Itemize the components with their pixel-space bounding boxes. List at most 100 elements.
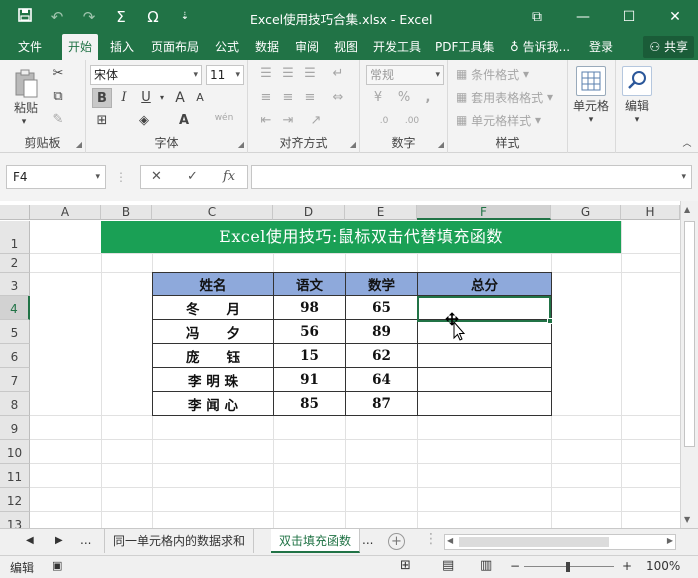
row-header-2[interactable]: 2 bbox=[0, 254, 30, 273]
column-header-d[interactable]: D bbox=[273, 205, 345, 220]
zoom-slider-thumb[interactable] bbox=[566, 562, 570, 572]
tab-view[interactable]: 视图 bbox=[334, 34, 358, 60]
align-bottom-icon[interactable]: ☰ bbox=[300, 64, 320, 84]
add-sheet-button[interactable]: + bbox=[388, 533, 405, 550]
cell-name[interactable]: 李 闻 心 bbox=[152, 391, 274, 416]
close-button[interactable]: ✕ bbox=[652, 0, 698, 34]
fill-color-icon[interactable]: ◈ bbox=[134, 111, 154, 131]
chevron-down-icon[interactable]: ▾ bbox=[616, 114, 658, 126]
alignment-launcher-icon[interactable]: ◢ bbox=[350, 140, 356, 149]
formula-bar-splitter[interactable]: ⋮ bbox=[115, 167, 127, 187]
format-as-table-button[interactable]: ▦ 套用表格格式 ▾ bbox=[456, 87, 553, 107]
vertical-scroll-thumb[interactable] bbox=[684, 221, 695, 447]
ribbon-display-icon[interactable]: ⧉ bbox=[514, 0, 560, 34]
tab-home[interactable]: 开始 bbox=[62, 34, 99, 60]
customize-qat-icon[interactable]: ⇣ bbox=[174, 6, 196, 28]
select-all-corner[interactable] bbox=[0, 205, 30, 220]
cell-total[interactable] bbox=[417, 319, 552, 344]
zoom-in-button[interactable]: + bbox=[622, 559, 632, 573]
merge-center-icon[interactable]: ⇔ bbox=[328, 88, 348, 108]
row-header-9[interactable]: 9 bbox=[0, 416, 30, 440]
conditional-format-button[interactable]: ▦ 条件格式 ▾ bbox=[456, 64, 529, 84]
scroll-left-icon[interactable]: ◀ bbox=[447, 536, 453, 545]
cells-icon[interactable] bbox=[576, 66, 606, 96]
cell-total[interactable] bbox=[417, 343, 552, 368]
row-header-12[interactable]: 12 bbox=[0, 488, 30, 512]
save-icon[interactable] bbox=[14, 6, 36, 28]
fill-handle[interactable] bbox=[547, 318, 553, 324]
expand-formula-icon[interactable]: ▾ bbox=[681, 166, 686, 188]
header-total[interactable]: 总分 bbox=[417, 272, 552, 296]
column-header-f[interactable]: F bbox=[417, 205, 551, 220]
copy-icon[interactable]: ⧉ bbox=[48, 87, 68, 107]
clipboard-launcher-icon[interactable]: ◢ bbox=[76, 140, 82, 149]
column-header-g[interactable]: G bbox=[551, 205, 621, 220]
zoom-out-button[interactable]: − bbox=[510, 559, 520, 573]
column-header-a[interactable]: A bbox=[30, 205, 101, 220]
tab-file[interactable]: 文件 bbox=[18, 34, 42, 60]
horizontal-scroll-thumb[interactable] bbox=[459, 537, 609, 547]
scroll-up-icon[interactable]: ▲ bbox=[684, 205, 690, 214]
sheet-more-right[interactable]: ... bbox=[362, 533, 373, 547]
cell-name[interactable]: 李 明 珠 bbox=[152, 367, 274, 392]
column-header-c[interactable]: C bbox=[152, 205, 273, 220]
column-header-h[interactable]: H bbox=[621, 205, 680, 220]
increase-indent-icon[interactable]: ⇥ bbox=[278, 111, 298, 131]
phonetic-icon[interactable]: wén bbox=[214, 108, 234, 128]
cell-name[interactable]: 冯 夕 bbox=[152, 319, 274, 344]
bold-button[interactable]: B bbox=[92, 88, 112, 108]
header-math[interactable]: 数学 bbox=[345, 272, 418, 296]
horizontal-scrollbar[interactable]: ◀ ▶ bbox=[444, 534, 676, 550]
currency-icon[interactable]: ¥ bbox=[368, 88, 388, 108]
sign-in-link[interactable]: 登录 bbox=[589, 34, 613, 60]
autosum-icon[interactable]: Σ bbox=[110, 6, 132, 28]
tab-page-layout[interactable]: 页面布局 bbox=[151, 34, 199, 60]
cut-icon[interactable]: ✂ bbox=[48, 64, 68, 84]
cell-name[interactable]: 冬 月 bbox=[152, 295, 274, 320]
wrap-text-icon[interactable]: ↵ bbox=[328, 64, 348, 84]
orientation-icon[interactable]: ↗ bbox=[306, 111, 326, 131]
paste-dropdown-icon[interactable]: ▾ bbox=[14, 116, 34, 128]
cell-math[interactable]: 64 bbox=[345, 367, 418, 392]
cell-chinese[interactable]: 98 bbox=[273, 295, 346, 320]
row-header-8[interactable]: 8 bbox=[0, 392, 30, 416]
name-box[interactable]: F4 ▾ bbox=[6, 165, 106, 189]
sheet-prev-icon[interactable]: ◀ bbox=[26, 535, 34, 546]
normal-view-icon[interactable]: ⊞ bbox=[400, 558, 411, 573]
cell-total[interactable] bbox=[417, 367, 552, 392]
sheet-tab-sum[interactable]: 同一单元格内的数据求和 bbox=[104, 529, 255, 553]
cell-chinese[interactable]: 91 bbox=[273, 367, 346, 392]
formula-input[interactable]: ▾ bbox=[251, 165, 692, 189]
percent-icon[interactable]: % bbox=[394, 88, 414, 108]
cell-math[interactable]: 62 bbox=[345, 343, 418, 368]
vertical-scrollbar[interactable]: ▲ ▼ bbox=[680, 201, 698, 528]
borders-icon[interactable]: ⊞ bbox=[92, 111, 112, 131]
font-name-combo[interactable]: 宋体 ▾ bbox=[90, 65, 202, 85]
paste-button-label[interactable]: 粘贴 bbox=[10, 100, 42, 115]
search-icon[interactable] bbox=[622, 66, 652, 96]
scroll-right-icon[interactable]: ▶ bbox=[667, 536, 673, 545]
font-size-combo[interactable]: 11 ▾ bbox=[206, 65, 244, 85]
cell-math[interactable]: 65 bbox=[345, 295, 418, 320]
row-header-1[interactable]: 1 bbox=[0, 221, 30, 254]
title-banner[interactable]: Excel使用技巧:鼠标双击代替填充函数 bbox=[101, 221, 621, 253]
align-right-icon[interactable]: ≡ bbox=[300, 88, 320, 108]
underline-dropdown-icon[interactable]: ▾ bbox=[152, 88, 172, 108]
cell-total[interactable] bbox=[417, 391, 552, 416]
undo-icon[interactable]: ↶ bbox=[46, 6, 68, 28]
row-header-11[interactable]: 11 bbox=[0, 464, 30, 488]
decrease-font-icon[interactable]: A bbox=[190, 88, 210, 108]
align-left-icon[interactable]: ≡ bbox=[256, 88, 276, 108]
share-button[interactable]: ⚇ 共享 bbox=[643, 36, 694, 58]
sheet-tab-double-click-fill[interactable]: 双击填充函数 bbox=[271, 529, 361, 553]
minimize-button[interactable]: — bbox=[560, 0, 606, 34]
cell-chinese[interactable]: 56 bbox=[273, 319, 346, 344]
font-color-icon[interactable]: A bbox=[174, 111, 194, 131]
macro-record-icon[interactable]: ▣ bbox=[52, 559, 62, 572]
align-center-icon[interactable]: ≡ bbox=[278, 88, 298, 108]
increase-decimal-icon[interactable]: .0 bbox=[374, 111, 394, 131]
page-layout-view-icon[interactable]: ▤ bbox=[442, 558, 454, 573]
paste-icon[interactable] bbox=[10, 68, 42, 100]
insert-function-icon[interactable]: fx bbox=[223, 166, 235, 188]
row-header-5[interactable]: 5 bbox=[0, 320, 30, 344]
